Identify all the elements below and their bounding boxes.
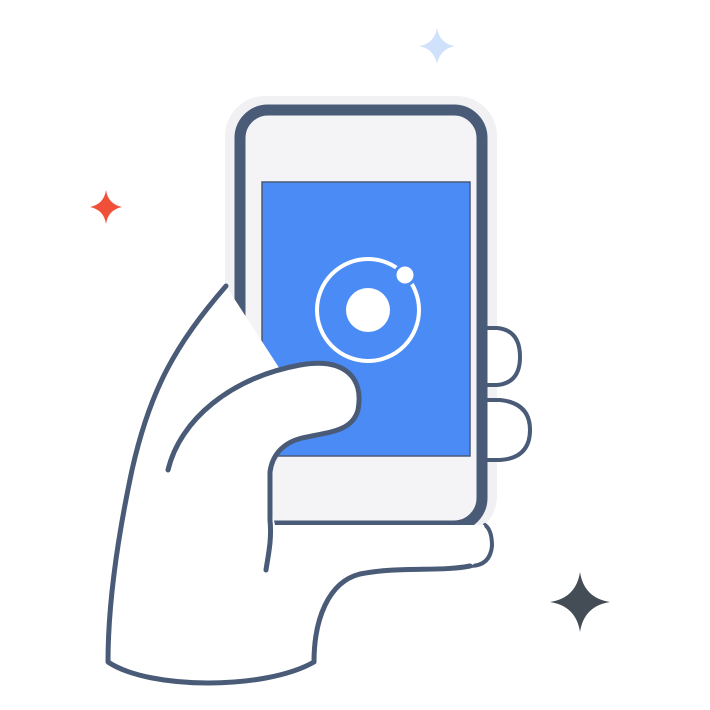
back-finger-upper — [483, 326, 522, 387]
back-finger-lower — [483, 398, 532, 462]
illustration-canvas — [0, 0, 710, 710]
sparkle-icon-dark — [550, 572, 610, 632]
sparkle-icon-red — [90, 190, 122, 224]
sparkle-icon-blue — [419, 28, 455, 64]
hand-holding-phone-illustration — [90, 28, 610, 686]
